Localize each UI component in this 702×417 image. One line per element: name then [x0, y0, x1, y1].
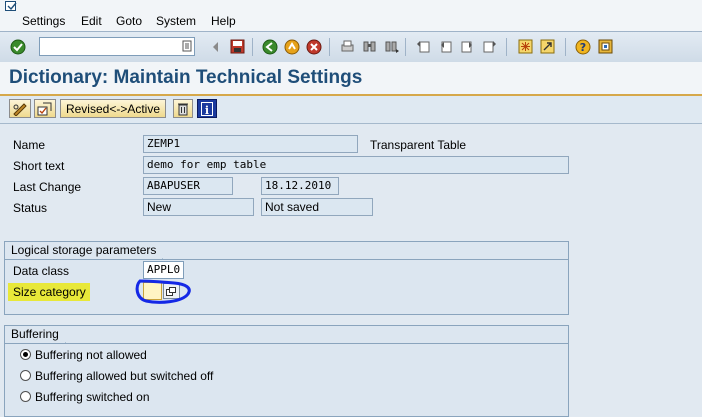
radio-buffering-allowed-switched-off[interactable] [20, 370, 31, 381]
name-field: ZEMP1 [143, 135, 358, 153]
last-change-date-field: 18.12.2010 [261, 177, 339, 195]
size-category-label: Size category [13, 285, 86, 299]
table-type-text: Transparent Table [370, 138, 467, 152]
group-divider [5, 343, 568, 344]
svg-text:i: i [205, 104, 209, 116]
toolbar-separator [506, 38, 507, 56]
help-icon[interactable]: ? [574, 38, 592, 55]
logical-storage-group: Logical storage parameters [4, 241, 569, 315]
menu-goto[interactable]: Goto [116, 14, 142, 28]
buffering-switched-on-label[interactable]: Buffering switched on [35, 390, 150, 404]
group-divider [5, 259, 568, 260]
logical-storage-title: Logical storage parameters [4, 241, 175, 259]
system-menu-icon[interactable] [5, 1, 17, 13]
radio-buffering-switched-on[interactable] [20, 391, 31, 402]
previous-page-icon[interactable] [436, 38, 454, 55]
info-button[interactable]: i [197, 99, 217, 118]
create-session-icon[interactable] [516, 38, 534, 55]
short-text-label: Short text [13, 159, 65, 173]
cancel-icon[interactable] [305, 38, 323, 55]
menu-settings[interactable]: Settings [22, 14, 65, 28]
svg-text:?: ? [580, 41, 586, 54]
find-next-icon[interactable] [382, 38, 400, 55]
layout-icon[interactable] [596, 38, 614, 55]
buffering-not-allowed-label[interactable]: Buffering not allowed [35, 348, 147, 362]
toolbar-separator [252, 38, 253, 56]
menu-system[interactable]: System [156, 14, 196, 28]
standard-toolbar: ? [0, 31, 702, 63]
back-icon[interactable] [206, 38, 224, 55]
status-field: New [143, 198, 254, 216]
last-change-user-field: ABAPUSER [143, 177, 233, 195]
menu-help[interactable]: Help [211, 14, 236, 28]
buffering-allowed-switched-off-label[interactable]: Buffering allowed but switched off [35, 369, 213, 383]
exit-icon[interactable] [283, 38, 301, 55]
enter-icon[interactable] [9, 38, 27, 55]
annotation-circle [135, 279, 191, 304]
next-page-icon[interactable] [458, 38, 476, 55]
buffering-title: Buffering [4, 325, 77, 343]
page-title: Dictionary: Maintain Technical Settings [9, 67, 363, 88]
application-toolbar: Revised<->Active i [0, 96, 702, 124]
shortcut-icon[interactable] [538, 38, 556, 55]
menu-edit[interactable]: Edit [81, 14, 102, 28]
last-change-label: Last Change [13, 180, 82, 194]
command-history-icon[interactable] [182, 40, 192, 52]
find-icon[interactable] [360, 38, 378, 55]
revised-active-button[interactable]: Revised<->Active [60, 99, 166, 118]
menu-bar: Settings Edit Goto System Help [0, 0, 702, 31]
delete-button[interactable] [173, 99, 193, 118]
activate-icon [37, 102, 52, 115]
toolbar-separator [329, 38, 330, 56]
radio-buffering-not-allowed[interactable] [20, 349, 31, 360]
info-icon: i [201, 101, 213, 116]
toolbar-separator [565, 38, 566, 56]
back-nav-icon[interactable] [261, 38, 279, 55]
short-text-field: demo for emp table [143, 156, 569, 174]
name-label: Name [13, 138, 46, 152]
activate-button[interactable] [34, 99, 56, 118]
trash-icon [178, 103, 188, 115]
pencil-glasses-icon [13, 102, 27, 116]
last-page-icon[interactable] [480, 38, 498, 55]
status-label: Status [13, 201, 48, 215]
save-icon[interactable] [228, 38, 246, 55]
first-page-icon[interactable] [414, 38, 432, 55]
title-bar: Dictionary: Maintain Technical Settings [0, 62, 702, 96]
toolbar-separator [405, 38, 406, 56]
display-change-button[interactable] [9, 99, 31, 118]
save-status-field: Not saved [261, 198, 373, 216]
print-icon[interactable] [338, 38, 356, 55]
radio-selected-dot [23, 352, 28, 357]
data-class-label: Data class [13, 264, 70, 278]
command-field[interactable] [39, 37, 195, 56]
